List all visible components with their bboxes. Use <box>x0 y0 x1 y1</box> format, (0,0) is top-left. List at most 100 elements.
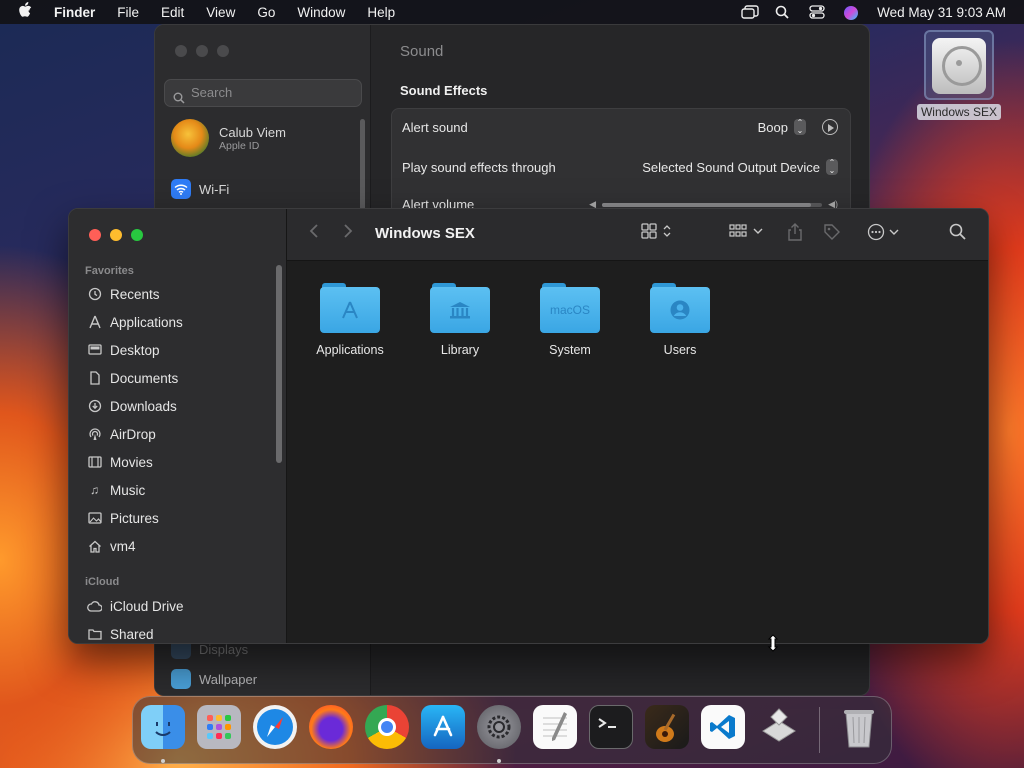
sidebar-item-wifi[interactable]: Wi-Fi <box>171 179 229 199</box>
menu-file[interactable]: File <box>117 5 139 20</box>
menu-help[interactable]: Help <box>367 5 395 20</box>
play-through-popup[interactable]: Selected Sound Output Device ⌃ ⌄ <box>642 159 838 175</box>
dock-app-store-icon[interactable] <box>421 705 465 749</box>
minimize-button[interactable] <box>196 45 208 57</box>
menu-edit[interactable]: Edit <box>161 5 184 20</box>
finder-sidebar: Favorites Recents Applications Desktop D… <box>69 209 287 643</box>
sidebar-item-downloads[interactable]: Downloads <box>87 395 177 417</box>
settings-window-controls <box>175 45 229 57</box>
zoom-button[interactable] <box>217 45 229 57</box>
applications-icon <box>87 315 102 329</box>
menu-go[interactable]: Go <box>257 5 275 20</box>
folder-applications[interactable]: Applications <box>295 281 405 357</box>
share-button[interactable] <box>787 223 803 241</box>
sidebar-item-home[interactable]: vm4 <box>87 535 136 557</box>
sidebar-item-label: Music <box>110 482 146 498</box>
back-button[interactable] <box>309 223 319 239</box>
folder-users[interactable]: Users <box>625 281 735 357</box>
sidebar-item-applications[interactable]: Applications <box>87 311 183 333</box>
settings-search-input[interactable]: Search <box>164 79 362 107</box>
sidebar-item-shared[interactable]: Shared <box>87 623 154 643</box>
sidebar-item-recents[interactable]: Recents <box>87 283 160 305</box>
dock-vscode-icon[interactable] <box>701 705 745 749</box>
folder-icon <box>650 281 710 333</box>
chevron-down-icon <box>889 229 899 235</box>
dock-safari-icon[interactable] <box>253 705 297 749</box>
folder-icon <box>320 281 380 333</box>
view-mode-button[interactable] <box>641 223 671 239</box>
more-actions-button[interactable] <box>867 223 899 241</box>
building-columns-icon <box>430 287 490 333</box>
play-through-value: Selected Sound Output Device <box>642 159 820 175</box>
film-icon <box>87 455 102 469</box>
apple-id-item[interactable]: Calub Viem Apple ID <box>171 119 286 157</box>
dock-terminal-icon[interactable] <box>589 705 633 749</box>
sidebar-item-label: Downloads <box>110 398 177 414</box>
chevron-down-icon <box>753 228 763 234</box>
sidebar-item-label: Recents <box>110 286 160 302</box>
close-button[interactable] <box>175 45 187 57</box>
photo-icon <box>87 511 102 525</box>
dock-chrome-icon[interactable] <box>365 705 409 749</box>
stage-manager-icon[interactable] <box>741 5 759 19</box>
chevron-up-down-icon: ⌃ ⌄ <box>826 159 838 175</box>
sidebar-item-airdrop[interactable]: AirDrop <box>87 423 156 445</box>
folder-name: Library <box>440 343 480 357</box>
menu-app-name[interactable]: Finder <box>54 5 95 20</box>
chevron-up-down-icon: ⌃ ⌄ <box>794 119 806 135</box>
play-icon[interactable] <box>822 119 838 135</box>
folder-library[interactable]: Library <box>405 281 515 357</box>
sidebar-item-wallpaper[interactable]: Wallpaper <box>171 669 257 689</box>
sidebar-item-movies[interactable]: Movies <box>87 451 153 473</box>
finder-sidebar-scrollbar[interactable] <box>276 265 282 463</box>
control-center-icon[interactable] <box>809 5 825 19</box>
shared-folder-icon <box>87 627 102 641</box>
desktop-drive-icon[interactable]: Windows SEX <box>914 30 1004 121</box>
group-by-button[interactable] <box>729 223 763 239</box>
dock-firefox-icon[interactable] <box>309 705 353 749</box>
menu-clock[interactable]: Wed May 31 9:03 AM <box>877 5 1006 20</box>
desktop-drive-label: Windows SEX <box>916 104 1002 120</box>
running-indicator <box>161 759 165 763</box>
dock-launchpad-icon[interactable] <box>197 705 241 749</box>
forward-button[interactable] <box>343 223 353 239</box>
minimize-button[interactable] <box>110 229 122 241</box>
sidebar-item-documents[interactable]: Documents <box>87 367 178 389</box>
sidebar-item-label: AirDrop <box>110 426 156 442</box>
play-through-row: Play sound effects through Selected Soun… <box>402 159 838 175</box>
running-indicator <box>497 759 501 763</box>
zoom-button[interactable] <box>131 229 143 241</box>
finder-search-button[interactable] <box>949 223 966 240</box>
sidebar-item-label: Desktop <box>110 342 160 358</box>
dock-finder-icon[interactable] <box>141 705 185 749</box>
apple-menu-icon[interactable] <box>18 2 40 22</box>
tag-button[interactable] <box>823 223 841 241</box>
sidebar-item-label: Movies <box>110 454 153 470</box>
sidebar-item-pictures[interactable]: Pictures <box>87 507 159 529</box>
dock-system-settings-icon[interactable] <box>477 705 521 749</box>
home-icon <box>87 539 102 553</box>
finder-window: Favorites Recents Applications Desktop D… <box>68 208 989 644</box>
sidebar-item-icloud-drive[interactable]: iCloud Drive <box>87 595 184 617</box>
close-button[interactable] <box>89 229 101 241</box>
dock-textedit-icon[interactable] <box>533 705 577 749</box>
spotlight-search-icon[interactable] <box>775 5 791 19</box>
sidebar-item-label: Pictures <box>110 510 159 526</box>
folder-icon <box>430 281 490 333</box>
folder-system[interactable]: macOS System <box>515 281 625 357</box>
alert-sound-popup[interactable]: Boop ⌃ ⌄ <box>758 119 838 135</box>
sidebar-item-music[interactable]: ♫ Music <box>87 479 145 501</box>
dock-installer-icon[interactable] <box>757 705 801 749</box>
alert-volume-slider[interactable] <box>602 202 823 207</box>
dock-garageband-icon[interactable] <box>645 705 689 749</box>
sound-effects-heading: Sound Effects <box>400 83 488 98</box>
search-icon <box>173 87 185 113</box>
dock-trash-icon[interactable] <box>837 705 881 749</box>
menu-view[interactable]: View <box>206 5 235 20</box>
menu-window[interactable]: Window <box>297 5 345 20</box>
sidebar-item-label: Wi-Fi <box>199 181 230 197</box>
sidebar-item-desktop[interactable]: Desktop <box>87 339 160 361</box>
finder-window-title: Windows SEX <box>375 225 475 242</box>
sidebar-item-label: iCloud Drive <box>110 598 184 614</box>
siri-icon[interactable] <box>843 5 859 20</box>
